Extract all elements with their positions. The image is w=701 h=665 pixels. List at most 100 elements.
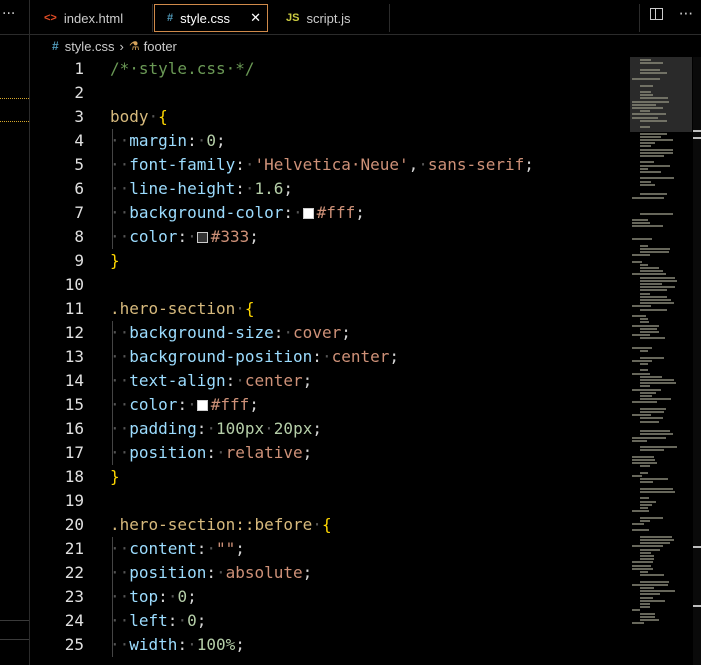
code-token: sans-serif — [427, 155, 525, 174]
code-token: ; — [341, 323, 351, 342]
color-swatch[interactable] — [196, 232, 208, 243]
code-line[interactable]: 24 ··left:·0; — [30, 609, 630, 633]
minimap-line — [640, 433, 673, 436]
minimap-line — [640, 263, 648, 266]
tab-script-js[interactable]: JS script.js — [272, 4, 390, 32]
tab-style-css[interactable]: # style.css ✕ — [154, 4, 268, 32]
code-token: ; — [187, 587, 197, 606]
code-line[interactable]: 7 ··background-color:· #fff; — [30, 201, 630, 225]
minimap-line — [640, 276, 675, 279]
minimap-line — [640, 407, 666, 410]
minimap[interactable] — [630, 57, 701, 665]
line-number: 8 — [74, 227, 84, 246]
color-swatch[interactable] — [196, 400, 208, 411]
code-line[interactable]: 12 ··background-size:·cover; — [30, 321, 630, 345]
minimap-line — [640, 97, 668, 100]
code-line[interactable]: 25 ··width:·100%; — [30, 633, 630, 657]
code-token: } — [110, 251, 120, 270]
code-text: ··line-height:·1.6; — [110, 177, 293, 201]
line-number: 23 — [64, 587, 84, 606]
code-token: ·· — [110, 323, 130, 342]
code-line[interactable]: 17 ··position:·relative; — [30, 441, 630, 465]
minimap-line — [640, 574, 664, 577]
code-line[interactable]: 16 ··padding:·100px·20px; — [30, 417, 630, 441]
close-icon[interactable]: ✕ — [250, 10, 261, 26]
code-token: : — [225, 371, 236, 390]
code-text: .hero-section::before·{ — [110, 513, 332, 537]
minimap-line — [632, 609, 640, 612]
code-line[interactable]: 5 ··font-family:·'Helvetica·Neue',·sans-s… — [30, 153, 630, 177]
activity-sidebar: ··· — [0, 0, 30, 665]
minimap-line — [632, 359, 652, 362]
breadcrumb-symbol[interactable]: footer — [144, 39, 177, 54]
code-token: .hero-section — [110, 299, 236, 318]
code-text: .hero-section·{ — [110, 297, 255, 321]
code-line[interactable]: 15 ··color:· #fff; — [30, 393, 630, 417]
code-line[interactable]: 20 .hero-section::before·{ — [30, 513, 630, 537]
code-line[interactable]: 1 /*·style.css·*/ — [30, 57, 630, 81]
color-swatch[interactable] — [302, 208, 314, 219]
code-token: · — [235, 371, 245, 390]
more-actions-icon[interactable]: ··· — [679, 7, 693, 22]
code-line[interactable]: 13 ··background-position:·center; — [30, 345, 630, 369]
code-line[interactable]: 3 body·{ — [30, 105, 630, 129]
tab-index-html[interactable]: <> index.html — [30, 4, 153, 32]
code-token: · — [187, 395, 197, 414]
code-line[interactable]: 14 ··text-align:·center; — [30, 369, 630, 393]
code-line[interactable]: 9} — [30, 249, 630, 273]
code-token: : — [206, 443, 216, 462]
code-line[interactable]: 21 ··content:·""; — [30, 537, 630, 561]
minimap-line — [632, 622, 644, 625]
code-editor[interactable]: 1/*·style.css·*/2 3 body·{4 ··margin:·0; 5 ··… — [30, 57, 630, 665]
code-line[interactable]: 10 — [30, 273, 630, 297]
minimap-line — [632, 219, 648, 221]
code-line[interactable]: 11 .hero-section·{ — [30, 297, 630, 321]
breadcrumb-file[interactable]: style.css — [65, 39, 115, 54]
sidebar-selected-item[interactable] — [0, 98, 29, 122]
code-line[interactable]: 23 ··top:·0; — [30, 585, 630, 609]
code-token: color — [129, 227, 178, 246]
sidebar-more-icon[interactable]: ··· — [2, 6, 15, 22]
minimap-line — [640, 167, 648, 170]
minimap-line — [632, 523, 644, 525]
minimap-line — [640, 571, 648, 573]
code-text: ··padding:·100px·20px; — [110, 417, 322, 441]
code-line[interactable]: 22 ··position:·absolute; — [30, 561, 630, 585]
minimap-line — [632, 529, 649, 532]
minimap-line — [632, 238, 652, 241]
code-token: center — [244, 371, 303, 390]
code-line[interactable]: 4 ··margin:·0; — [30, 129, 630, 153]
code-text: ··background-size:·cover; — [110, 321, 351, 345]
code-token: top — [129, 587, 159, 606]
minimap-line — [640, 292, 650, 295]
code-token: line-height — [129, 179, 236, 198]
minimap-line — [640, 279, 677, 282]
tab-label: style.css — [180, 10, 230, 26]
minimap-line — [640, 139, 673, 141]
sidebar-item[interactable] — [0, 620, 29, 640]
code-token: 0 — [206, 131, 216, 150]
code-token: : — [196, 419, 207, 438]
code-token: ; — [355, 203, 365, 222]
code-token: ·· — [110, 203, 130, 222]
code-text: ··top:·0; — [110, 585, 197, 609]
minimap-line — [640, 267, 659, 269]
code-line[interactable]: 18} — [30, 465, 630, 489]
css-file-icon: # — [167, 12, 174, 24]
vertical-scrollbar[interactable] — [693, 57, 701, 665]
line-number: 20 — [64, 515, 84, 534]
code-line[interactable]: 19 — [30, 489, 630, 513]
code-text: ··color:· #333; — [110, 225, 259, 249]
code-line[interactable]: 6 ··line-height:·1.6; — [30, 177, 630, 201]
minimap-line — [632, 103, 656, 106]
code-token: ·· — [110, 347, 130, 366]
code-token: text-align — [129, 371, 226, 390]
code-line[interactable]: 2 — [30, 81, 630, 105]
minimap-line — [640, 148, 673, 151]
split-editor-icon[interactable] — [649, 8, 663, 20]
code-token: 100px — [215, 419, 265, 438]
code-line[interactable]: 8 ··color:· #333; — [30, 225, 630, 249]
minimap-line — [632, 324, 659, 327]
minimap-line — [640, 580, 669, 583]
minimap-line — [640, 385, 650, 388]
